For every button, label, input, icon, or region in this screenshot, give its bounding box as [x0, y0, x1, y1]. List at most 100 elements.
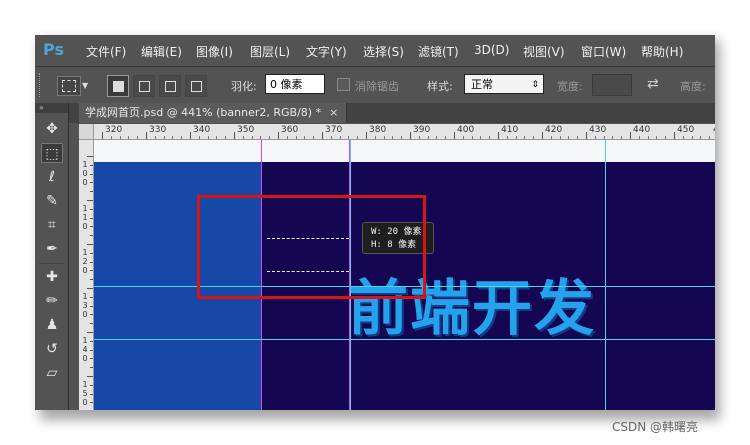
ruler-tick [181, 136, 183, 139]
quick-select-tool-icon[interactable]: ✎ [41, 191, 63, 211]
ruler-tick [498, 132, 499, 139]
ruler-tick [90, 182, 93, 184]
feather-input[interactable]: 0 像素 [265, 74, 325, 94]
marquee-tool-icon[interactable]: ⬚ [41, 143, 63, 163]
ruler-tick [87, 200, 93, 201]
menu-select[interactable]: 选择(S) [363, 43, 404, 60]
history-brush-tool-icon[interactable]: ↺ [41, 339, 63, 359]
ruler-label: 1 3 0 [82, 292, 88, 319]
intersect-selection-button[interactable] [185, 75, 207, 97]
ruler-tick [87, 332, 93, 333]
ruler-tick [471, 136, 473, 139]
eyedropper-tool-icon[interactable]: ✒ [41, 239, 63, 259]
ruler-tick [586, 132, 587, 139]
ruler-tick [216, 136, 218, 139]
subtract-selection-icon [165, 81, 176, 92]
guide-vertical-cyan[interactable] [605, 140, 606, 410]
style-label: 样式: [427, 80, 453, 93]
ruler-tick [577, 136, 579, 139]
chevron-down-icon[interactable]: ▼ [82, 81, 88, 90]
menu-3d[interactable]: 3D(D) [474, 43, 509, 57]
ruler-tick [638, 136, 640, 139]
close-icon[interactable]: × [329, 106, 338, 119]
top-white-strip [94, 140, 715, 162]
ruler-tick [90, 261, 93, 263]
ruler-tick [146, 132, 147, 139]
ruler-tick [90, 164, 93, 166]
ruler-tick [90, 208, 93, 210]
horizontal-ruler[interactable]: 320 330 340 350 360 370 380 390 400 410 … [94, 124, 715, 140]
ruler-tick [374, 136, 376, 139]
ruler-tick [691, 136, 693, 139]
clone-stamp-tool-icon[interactable]: ♟ [41, 315, 63, 335]
ruler-label: 440 [633, 125, 651, 135]
brush-tool-icon[interactable]: ✏ [41, 291, 63, 311]
ruler-tick [87, 288, 93, 289]
ruler-tick [568, 136, 570, 139]
menu-help[interactable]: 帮助(H) [641, 43, 683, 60]
ruler-tick [90, 270, 93, 272]
ruler-tick [515, 136, 517, 139]
ruler-tick [90, 367, 93, 369]
ruler-tick [559, 136, 561, 139]
subtract-selection-button[interactable] [159, 75, 181, 97]
vertical-ruler[interactable]: 1 0 0 1 1 0 1 2 0 1 3 0 1 4 0 1 5 0 [79, 140, 94, 410]
tool-preset-picker[interactable] [57, 76, 81, 96]
eraser-tool-icon[interactable]: ▱ [41, 363, 63, 383]
ruler-tick [700, 136, 702, 139]
ruler-tick [90, 296, 93, 298]
menu-layer[interactable]: 图层(L) [250, 43, 290, 60]
ruler-tick [90, 305, 93, 307]
ruler-tick [225, 136, 227, 139]
width-input[interactable] [592, 74, 632, 96]
ruler-tick [154, 136, 156, 139]
ruler-tick [630, 132, 631, 139]
ruler-tick [90, 349, 93, 351]
ruler-origin[interactable] [79, 124, 94, 140]
lasso-tool-icon[interactable]: ℓ [41, 167, 63, 187]
ruler-tick [418, 136, 420, 139]
document-tab-strip: 学成网首页.psd @ 441% (banner2, RGB/8) * × [69, 103, 715, 123]
ruler-tick [427, 136, 429, 139]
document-tab[interactable]: 学成网首页.psd @ 441% (banner2, RGB/8) * × [79, 103, 348, 123]
tools-collapse-icon[interactable]: » [35, 103, 68, 113]
move-tool-icon[interactable]: ✥ [41, 119, 63, 139]
ruler-tick [90, 279, 93, 281]
ruler-tick [339, 136, 341, 139]
ruler-tick [90, 384, 93, 386]
ruler-tick [462, 136, 464, 139]
antialias-checkbox[interactable] [337, 78, 350, 91]
ruler-tick [665, 136, 667, 139]
ruler-tick [234, 132, 235, 139]
menu-filter[interactable]: 滤镜(T) [418, 43, 459, 60]
ruler-tick [90, 358, 93, 360]
menu-file[interactable]: 文件(F) [86, 43, 126, 60]
ruler-tick [286, 136, 288, 139]
swap-icon[interactable]: ⇄ [647, 76, 659, 92]
menu-type[interactable]: 文字(Y) [306, 43, 347, 60]
menu-window[interactable]: 窗口(W) [581, 43, 626, 60]
ruler-tick [119, 136, 121, 139]
menu-edit[interactable]: 编辑(E) [141, 43, 182, 60]
ruler-tick [295, 136, 297, 139]
add-to-selection-button[interactable] [133, 75, 155, 97]
ruler-tick [594, 136, 596, 139]
guide-horizontal-cyan[interactable] [94, 339, 715, 340]
new-selection-button[interactable] [107, 75, 129, 97]
menu-image[interactable]: 图像(I) [196, 43, 233, 60]
options-grip[interactable] [39, 73, 43, 97]
crop-tool-icon[interactable]: ⌗ [41, 215, 63, 235]
ruler-tick [542, 132, 543, 139]
menu-view[interactable]: 视图(V) [523, 43, 565, 60]
ruler-tick [90, 314, 93, 316]
ruler-tick [90, 323, 93, 325]
ruler-tick [87, 156, 93, 157]
ruler-label: 1 5 0 [82, 380, 88, 407]
ruler-tick [110, 136, 112, 139]
style-select[interactable]: 正常 ⇕ [464, 74, 544, 94]
ruler-tick [87, 244, 93, 245]
healing-brush-tool-icon[interactable]: ✚ [41, 267, 63, 287]
ruler-label: 390 [413, 125, 431, 135]
rect-marquee-icon [62, 80, 76, 92]
ruler-tick [260, 136, 262, 139]
